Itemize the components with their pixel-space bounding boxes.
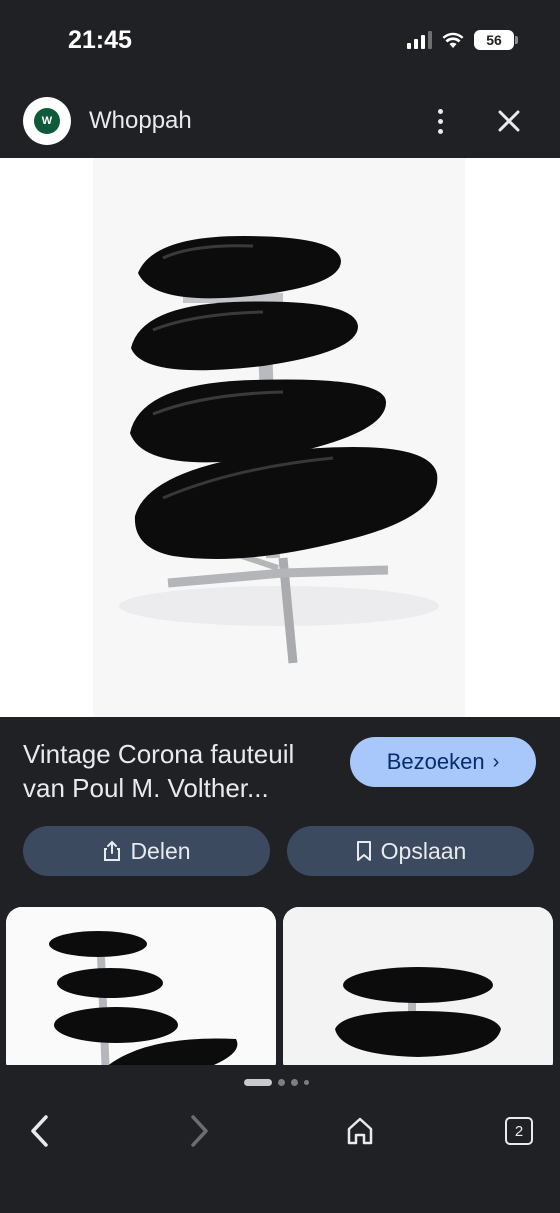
share-label: Delen: [130, 837, 191, 864]
dot-icon: [437, 118, 443, 124]
close-button[interactable]: [492, 104, 526, 138]
close-icon: [498, 110, 520, 132]
status-icons: 56: [407, 30, 518, 50]
pager-dot: [304, 1080, 309, 1085]
save-button[interactable]: Opslaan: [287, 826, 534, 876]
chair-photo: [93, 158, 465, 717]
wifi-icon: [442, 32, 464, 48]
more-options-button[interactable]: [426, 104, 454, 138]
related-results: [0, 907, 560, 1065]
home-icon: [347, 1117, 373, 1145]
lens-header: W Whoppah: [0, 84, 560, 158]
chevron-right-icon: ›: [492, 750, 500, 773]
dot-icon: [437, 128, 443, 134]
pager-indicator: [244, 1079, 309, 1086]
status-time: 21:45: [68, 26, 132, 54]
chair-thumbnail: [283, 907, 553, 1065]
save-label: Opslaan: [380, 837, 467, 864]
share-button[interactable]: Delen: [23, 826, 270, 876]
tab-count-badge: 2: [505, 1117, 533, 1145]
visit-button[interactable]: Bezoeken ›: [350, 737, 536, 787]
product-title: Vintage Corona fauteuil van Poul M. Volt…: [23, 739, 295, 803]
chevron-right-icon: [191, 1115, 208, 1147]
status-bar: 21:45 56: [0, 0, 560, 84]
site-favicon: W: [23, 97, 71, 145]
share-icon: [104, 840, 121, 861]
chair-thumbnail: [6, 907, 276, 1065]
home-button[interactable]: [338, 1109, 382, 1153]
related-result-card[interactable]: [6, 907, 276, 1065]
site-name: Whoppah: [89, 107, 192, 134]
pager-dot: [291, 1079, 298, 1086]
product-image[interactable]: [0, 158, 560, 717]
battery-indicator: 56: [474, 30, 518, 50]
bottom-toolbar: 2: [0, 1065, 560, 1213]
back-button[interactable]: [18, 1109, 62, 1153]
related-result-card[interactable]: [283, 907, 553, 1065]
bookmark-icon: [356, 841, 371, 861]
whoppah-logo-icon: W: [34, 108, 60, 134]
dot-icon: [437, 108, 443, 114]
forward-button[interactable]: [177, 1109, 221, 1153]
corona-chair-illustration: [119, 236, 439, 664]
tabs-button[interactable]: 2: [497, 1109, 541, 1153]
pager-dot: [278, 1079, 285, 1086]
result-details: Vintage Corona fauteuil van Poul M. Volt…: [0, 717, 560, 907]
visit-label: Bezoeken: [386, 749, 485, 774]
pager-dot-active: [244, 1079, 272, 1086]
chevron-left-icon: [31, 1115, 48, 1147]
cellular-signal-icon: [407, 31, 432, 49]
